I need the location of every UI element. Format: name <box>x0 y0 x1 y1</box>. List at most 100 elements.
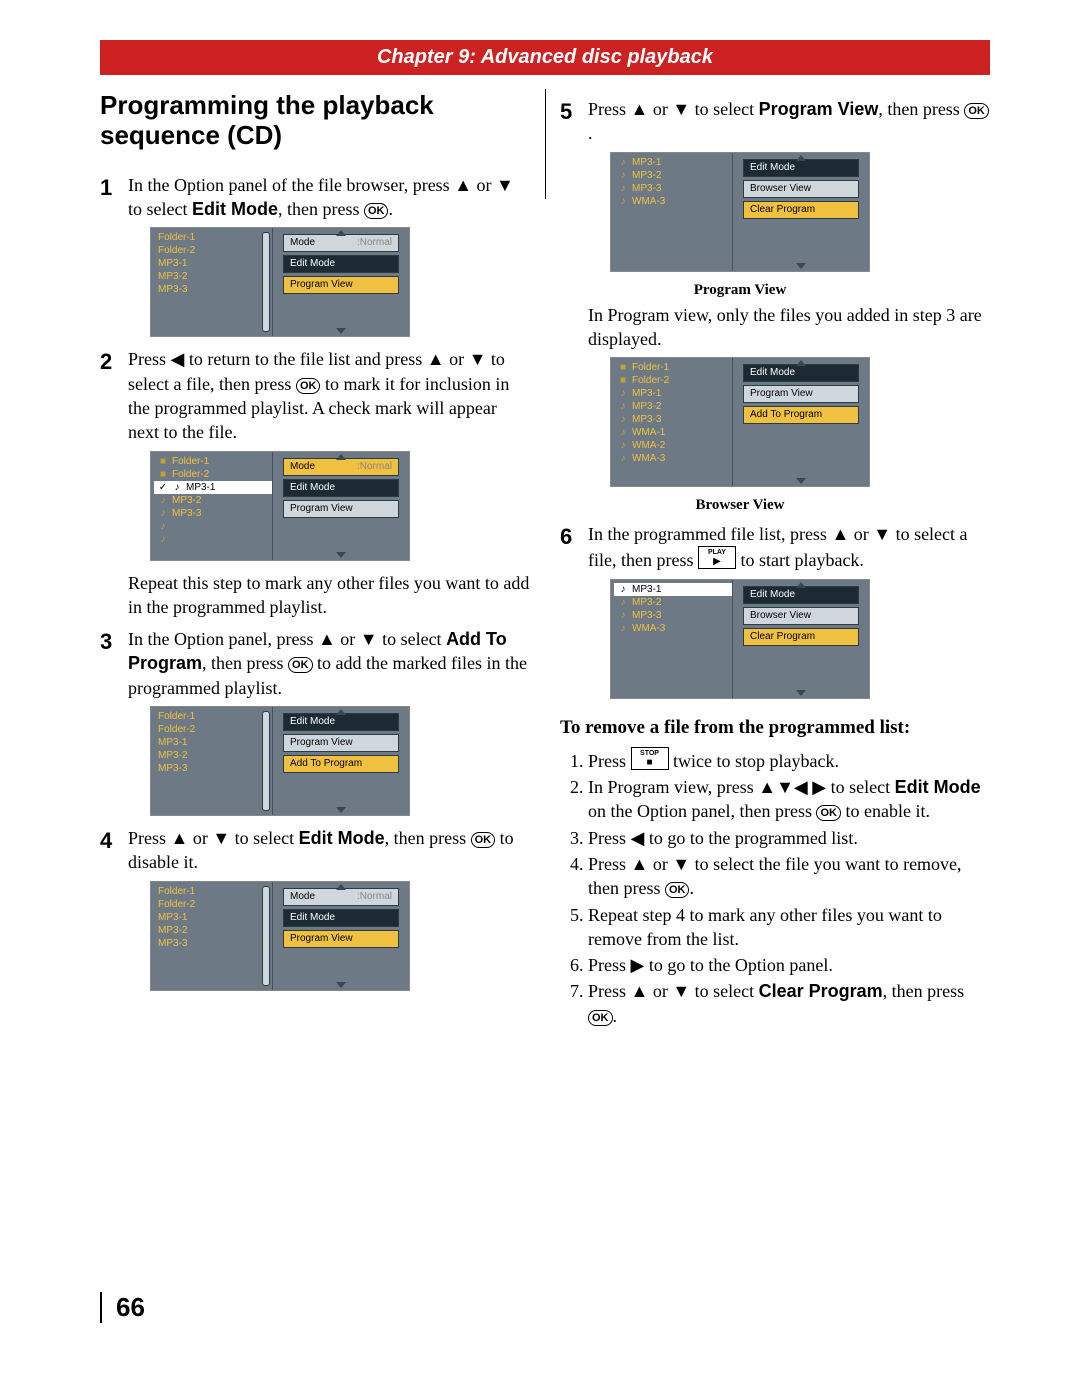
list-item: Folder-2 <box>154 723 272 736</box>
option-row-selected: Edit Mode <box>743 364 859 382</box>
list-item: Folder-1 <box>154 885 272 898</box>
option-row-highlighted: Program View <box>283 930 399 948</box>
option-row: Program View <box>743 385 859 403</box>
step-number: 2 <box>100 347 128 377</box>
bold-text: Program View <box>759 99 879 119</box>
chevron-down-icon <box>336 982 346 988</box>
step-2: 2 Press ◀ to return to the file list and… <box>100 347 530 444</box>
play-button-icon: PLAY▶ <box>698 546 736 569</box>
option-row: Mode:Normal <box>283 458 399 476</box>
ui-caption-browser: Browser View <box>610 497 870 514</box>
ui-panel-browser: ■Folder-1 ■Folder-2 ♪MP3-1 ♪MP3-2 ♪MP3-3… <box>610 357 990 487</box>
paragraph: Repeat this step to mark any other files… <box>128 571 530 620</box>
list-item: ♪MP3-1 <box>614 156 732 169</box>
ok-icon: OK <box>288 657 313 673</box>
list-item: ♪WMA-3 <box>614 452 732 465</box>
list-item: ♪WMA-3 <box>614 622 732 635</box>
remove-steps-list: Press STOP■ twice to stop playback. In P… <box>560 747 990 1028</box>
list-item: Press ▲ or ▼ to select the file you want… <box>588 852 990 901</box>
step-1: 1 In the Option panel of the file browse… <box>100 173 530 222</box>
option-row-selected: Edit Mode <box>283 479 399 497</box>
list-item: ♪ <box>154 520 272 533</box>
file-list-pane: Folder-1 Folder-2 MP3-1 MP3-2 MP3-3 <box>151 882 273 990</box>
ok-icon: OK <box>296 378 321 394</box>
option-row-highlighted: Clear Program <box>743 628 859 646</box>
list-item-selected: ✓♪MP3-1 <box>154 481 272 494</box>
step-text: Press ▲ or ▼ to select Program View, the… <box>588 97 990 146</box>
file-browser-ui: ♪MP3-1 ♪MP3-2 ♪MP3-3 ♪WMA-3 Edit Mode Br… <box>610 579 870 699</box>
list-item: ♪WMA-1 <box>614 426 732 439</box>
option-row-highlighted: Add To Program <box>743 406 859 424</box>
option-row-highlighted: Add To Program <box>283 755 399 773</box>
list-item: Folder-1 <box>154 231 272 244</box>
option-pane: Edit Mode Program View Add To Program <box>273 707 409 815</box>
text: to start playback. <box>736 550 864 570</box>
chevron-up-icon <box>336 709 346 715</box>
option-row: Program View <box>283 734 399 752</box>
manual-page: Chapter 9: Advanced disc playback Progra… <box>0 0 1080 1363</box>
step-4: 4 Press ▲ or ▼ to select Edit Mode, then… <box>100 826 530 875</box>
ok-icon: OK <box>964 103 989 119</box>
list-item: ♪MP3-1 <box>614 387 732 400</box>
file-list-pane: ■Folder-1 ■Folder-2 ♪MP3-1 ♪MP3-2 ♪MP3-3… <box>611 358 733 486</box>
list-item: Press ◀ to go to the programmed list. <box>588 826 990 850</box>
chevron-up-icon <box>796 582 806 588</box>
ok-icon: OK <box>665 882 690 898</box>
list-item: MP3-2 <box>154 924 272 937</box>
ui-caption-program: Program View <box>610 282 870 299</box>
two-column-layout: Programming the playback sequence (CD) 1… <box>100 89 990 1032</box>
file-browser-ui: Folder-1 Folder-2 MP3-1 MP3-2 MP3-3 Mode… <box>150 227 410 337</box>
ui-panel-2: ■Folder-1 ■Folder-2 ✓♪MP3-1 ♪MP3-2 ♪MP3-… <box>150 451 530 561</box>
chevron-down-icon <box>336 552 346 558</box>
option-row-selected: Edit Mode <box>283 255 399 273</box>
list-item: ♪ <box>154 533 272 546</box>
file-list-pane: ■Folder-1 ■Folder-2 ✓♪MP3-1 ♪MP3-2 ♪MP3-… <box>151 452 273 560</box>
chevron-up-icon <box>336 454 346 460</box>
ui-panel-1: Folder-1 Folder-2 MP3-1 MP3-2 MP3-3 Mode… <box>150 227 530 337</box>
list-item: MP3-1 <box>154 736 272 749</box>
chevron-up-icon <box>796 360 806 366</box>
bold-text: Edit Mode <box>299 828 385 848</box>
file-browser-ui: Folder-1 Folder-2 MP3-1 MP3-2 MP3-3 Edit… <box>150 706 410 816</box>
step-number: 3 <box>100 627 128 657</box>
text: , then press <box>202 653 288 673</box>
step-text: Press ◀ to return to the file list and p… <box>128 347 530 444</box>
option-row-highlighted: Clear Program <box>743 201 859 219</box>
list-item: ♪MP3-2 <box>614 400 732 413</box>
list-item: In Program view, press ▲▼◀ ▶ to select E… <box>588 775 990 824</box>
option-pane: Edit Mode Browser View Clear Program <box>733 153 869 271</box>
step-number: 1 <box>100 173 128 203</box>
file-list-pane: ♪MP3-1 ♪MP3-2 ♪MP3-3 ♪WMA-3 <box>611 153 733 271</box>
chevron-up-icon <box>336 884 346 890</box>
option-row: Program View <box>283 500 399 518</box>
step-text: In the Option panel, press ▲ or ▼ to sel… <box>128 627 530 700</box>
page-number: 66 <box>100 1292 145 1323</box>
list-item: Press ▲ or ▼ to select Clear Program, th… <box>588 979 990 1028</box>
list-item: ♪MP3-3 <box>614 182 732 195</box>
option-row-selected: Edit Mode <box>743 586 859 604</box>
step-number: 5 <box>560 97 588 127</box>
step-5: 5 Press ▲ or ▼ to select Program View, t… <box>560 97 990 146</box>
text: , then press <box>385 828 471 848</box>
ok-icon: OK <box>588 1010 613 1026</box>
chevron-down-icon <box>336 807 346 813</box>
chapter-header: Chapter 9: Advanced disc playback <box>100 40 990 75</box>
list-item: Folder-2 <box>154 898 272 911</box>
option-row-highlighted: Program View <box>283 276 399 294</box>
option-pane: Edit Mode Program View Add To Program <box>733 358 869 486</box>
list-item: ♪MP3-2 <box>614 596 732 609</box>
ui-panel-6: ♪MP3-1 ♪MP3-2 ♪MP3-3 ♪WMA-3 Edit Mode Br… <box>610 579 990 699</box>
option-pane: Mode:Normal Edit Mode Program View <box>273 882 409 990</box>
paragraph: In Program view, only the files you adde… <box>588 303 990 352</box>
text: In the Option panel, press ▲ or ▼ to sel… <box>128 629 446 649</box>
list-item: ♪MP3-3 <box>614 413 732 426</box>
list-item: ■Folder-1 <box>154 455 272 468</box>
ok-icon: OK <box>471 832 496 848</box>
step-3: 3 In the Option panel, press ▲ or ▼ to s… <box>100 627 530 700</box>
option-row-selected: Edit Mode <box>283 909 399 927</box>
list-item: ■Folder-2 <box>614 374 732 387</box>
step-number: 4 <box>100 826 128 856</box>
option-row: Mode:Normal <box>283 234 399 252</box>
right-column: 5 Press ▲ or ▼ to select Program View, t… <box>560 89 990 1032</box>
list-item: Press STOP■ twice to stop playback. <box>588 747 990 773</box>
